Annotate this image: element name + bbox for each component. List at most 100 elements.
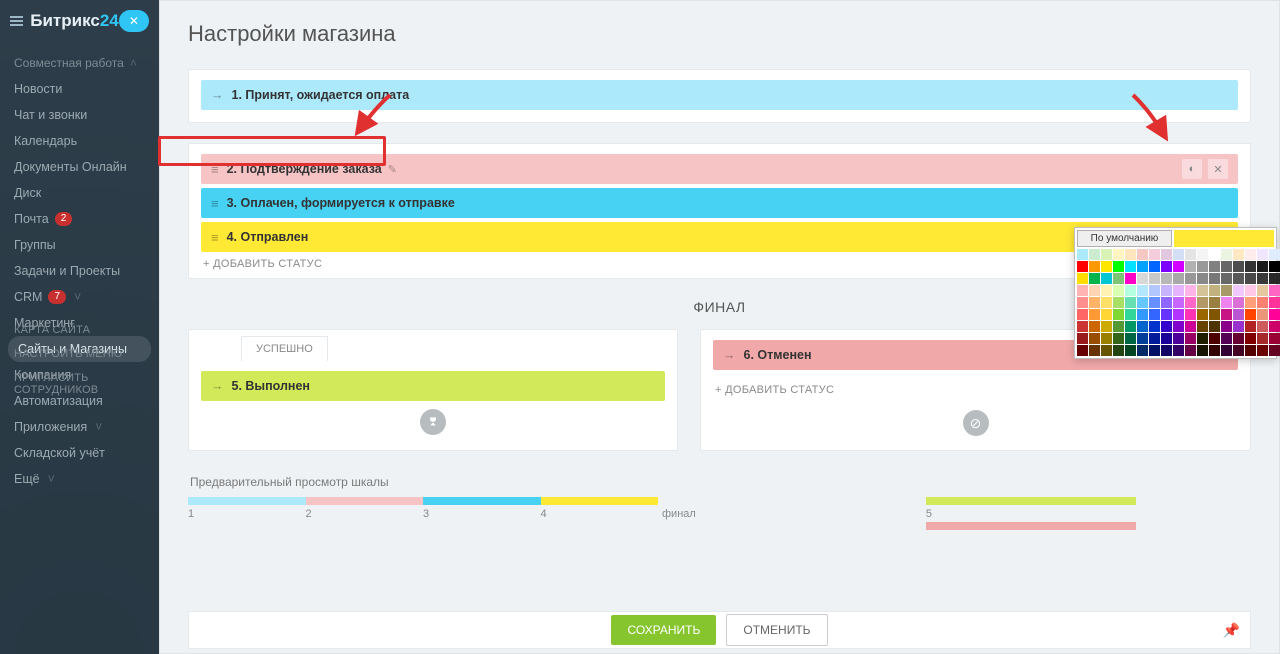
drag-icon[interactable]: ≡	[211, 196, 219, 211]
color-swatch[interactable]	[1209, 309, 1220, 320]
color-swatch[interactable]	[1173, 309, 1184, 320]
color-swatch[interactable]	[1197, 297, 1208, 308]
color-swatch[interactable]	[1137, 321, 1148, 332]
color-swatch[interactable]	[1125, 321, 1136, 332]
hamburger-icon[interactable]	[10, 16, 23, 26]
sidebar-item-7[interactable]: Группы	[0, 232, 159, 258]
color-swatch[interactable]	[1137, 309, 1148, 320]
color-swatch[interactable]	[1089, 261, 1100, 272]
color-swatch[interactable]	[1161, 297, 1172, 308]
color-swatch[interactable]	[1185, 249, 1196, 260]
sidebar-footer-2[interactable]: ПРИГЛАСИТЬ СОТРУДНИКОВ	[0, 366, 159, 402]
color-swatch[interactable]	[1077, 249, 1088, 260]
color-swatch[interactable]	[1137, 249, 1148, 260]
color-swatch[interactable]	[1173, 345, 1184, 356]
color-swatch[interactable]	[1197, 261, 1208, 272]
color-swatch[interactable]	[1137, 333, 1148, 344]
color-swatch[interactable]	[1137, 345, 1148, 356]
color-swatch[interactable]	[1197, 321, 1208, 332]
color-swatch[interactable]	[1257, 345, 1268, 356]
sidebar-item-15[interactable]: Складской учёт	[0, 440, 159, 466]
color-swatch[interactable]	[1233, 261, 1244, 272]
sidebar-item-2[interactable]: Чат и звонки	[0, 102, 159, 128]
sidebar-item-14[interactable]: Приложения˅	[0, 414, 159, 440]
color-swatch[interactable]	[1101, 249, 1112, 260]
color-swatch[interactable]	[1161, 333, 1172, 344]
color-swatch[interactable]	[1101, 321, 1112, 332]
status-paid[interactable]: ≡ 3. Оплачен, формируется к отправке	[201, 188, 1238, 218]
sidebar-item-1[interactable]: Новости	[0, 76, 159, 102]
color-swatch[interactable]	[1173, 249, 1184, 260]
sidebar-close-button[interactable]: ✕	[119, 10, 149, 32]
color-swatch[interactable]	[1149, 261, 1160, 272]
color-swatch[interactable]	[1269, 321, 1280, 332]
success-tab[interactable]: УСПЕШНО	[241, 336, 328, 361]
color-swatch[interactable]	[1209, 321, 1220, 332]
color-swatch[interactable]	[1185, 345, 1196, 356]
color-swatch[interactable]	[1221, 297, 1232, 308]
color-swatch[interactable]	[1113, 273, 1124, 284]
color-swatch[interactable]	[1101, 297, 1112, 308]
color-swatch[interactable]	[1101, 273, 1112, 284]
color-swatch[interactable]	[1185, 261, 1196, 272]
color-swatch[interactable]	[1149, 333, 1160, 344]
color-swatch[interactable]	[1209, 285, 1220, 296]
color-swatch[interactable]	[1125, 333, 1136, 344]
color-swatch[interactable]	[1221, 261, 1232, 272]
color-swatch[interactable]	[1245, 297, 1256, 308]
color-swatch[interactable]	[1077, 309, 1088, 320]
color-swatch[interactable]	[1209, 297, 1220, 308]
color-swatch[interactable]	[1197, 273, 1208, 284]
delete-button[interactable]: ✕	[1208, 159, 1228, 179]
status-confirm[interactable]: ≡ 2. Подтверждение заказа ✎ ◐ ✕	[201, 154, 1238, 184]
sidebar-footer-1[interactable]: НАСТРОИТЬ МЕНЮ	[0, 342, 159, 366]
color-swatch[interactable]	[1185, 297, 1196, 308]
save-button[interactable]: СОХРАНИТЬ	[611, 615, 716, 645]
color-default-button[interactable]: По умолчанию	[1077, 230, 1172, 247]
pin-icon[interactable]: 📌	[1223, 622, 1240, 639]
color-swatch[interactable]	[1149, 345, 1160, 356]
color-swatch[interactable]	[1245, 285, 1256, 296]
color-swatch[interactable]	[1209, 261, 1220, 272]
color-swatch[interactable]	[1173, 321, 1184, 332]
color-swatch[interactable]	[1269, 345, 1280, 356]
color-swatch[interactable]	[1269, 285, 1280, 296]
color-swatch[interactable]	[1269, 309, 1280, 320]
color-swatch[interactable]	[1269, 273, 1280, 284]
color-swatch[interactable]	[1221, 285, 1232, 296]
color-swatch[interactable]	[1245, 321, 1256, 332]
color-swatch[interactable]	[1089, 285, 1100, 296]
edit-icon[interactable]: ✎	[388, 163, 397, 176]
color-swatch[interactable]	[1197, 333, 1208, 344]
color-swatch[interactable]	[1077, 297, 1088, 308]
sidebar-item-3[interactable]: Календарь	[0, 128, 159, 154]
color-swatch[interactable]	[1125, 309, 1136, 320]
color-swatch[interactable]	[1221, 333, 1232, 344]
color-swatch[interactable]	[1137, 285, 1148, 296]
color-swatch[interactable]	[1269, 297, 1280, 308]
color-swatch[interactable]	[1137, 273, 1148, 284]
sidebar-item-4[interactable]: Документы Онлайн	[0, 154, 159, 180]
color-swatch[interactable]	[1161, 345, 1172, 356]
color-swatch[interactable]	[1185, 333, 1196, 344]
color-swatch[interactable]	[1113, 309, 1124, 320]
color-swatch[interactable]	[1113, 321, 1124, 332]
color-swatch[interactable]	[1149, 309, 1160, 320]
add-status-link[interactable]: ДОБАВИТЬ СТАТУС	[713, 378, 1238, 396]
color-swatch[interactable]	[1089, 321, 1100, 332]
color-swatch[interactable]	[1125, 249, 1136, 260]
color-swatch[interactable]	[1149, 273, 1160, 284]
color-swatch[interactable]	[1233, 333, 1244, 344]
color-swatch[interactable]	[1233, 309, 1244, 320]
color-swatch[interactable]	[1101, 285, 1112, 296]
color-swatch[interactable]	[1161, 249, 1172, 260]
color-swatch[interactable]	[1209, 333, 1220, 344]
color-swatch[interactable]	[1125, 273, 1136, 284]
color-swatch[interactable]	[1197, 249, 1208, 260]
color-swatch[interactable]	[1089, 345, 1100, 356]
color-swatch[interactable]	[1197, 345, 1208, 356]
color-swatch[interactable]	[1221, 249, 1232, 260]
color-swatch[interactable]	[1185, 321, 1196, 332]
color-swatch[interactable]	[1233, 273, 1244, 284]
color-swatch[interactable]	[1233, 285, 1244, 296]
